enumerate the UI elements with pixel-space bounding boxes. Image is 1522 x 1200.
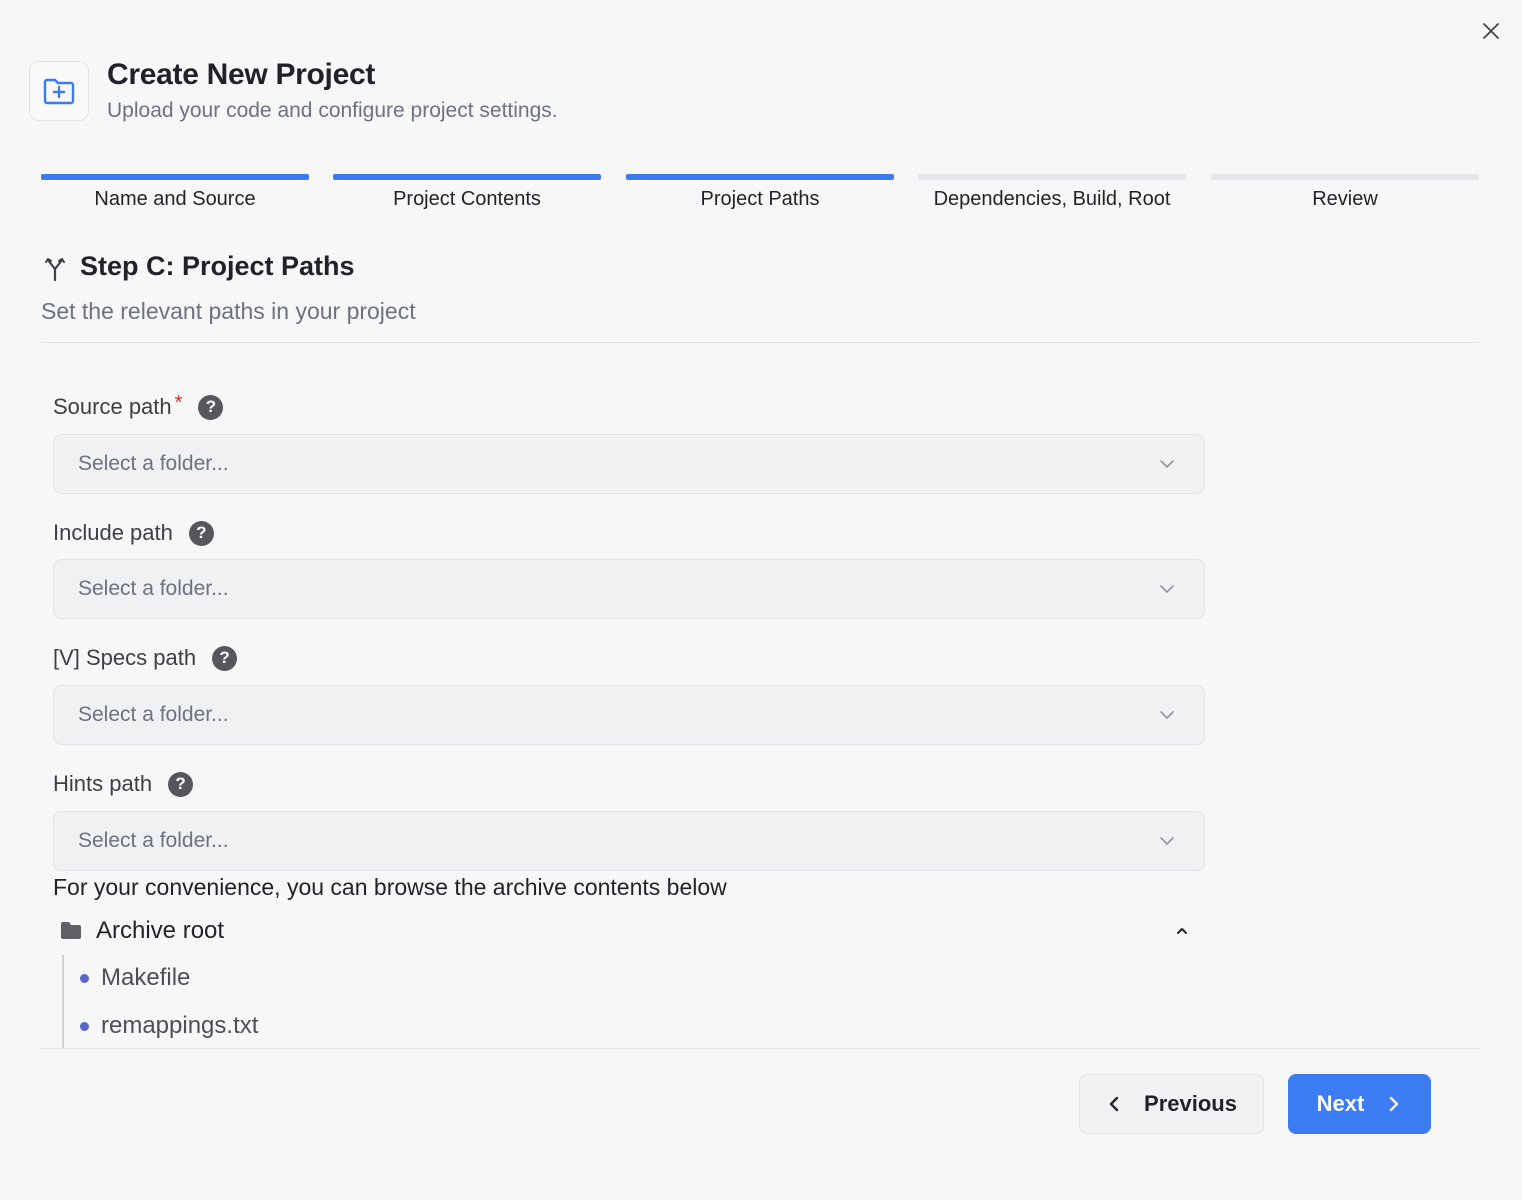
field-label-text: [V] Specs path: [53, 645, 197, 670]
folder-plus-icon: [43, 78, 75, 105]
step-label: Dependencies, Build, Root: [933, 188, 1171, 210]
section-title: Step C: Project Paths: [80, 251, 355, 281]
step-review: Review: [1211, 174, 1479, 214]
step-bar: [41, 174, 309, 180]
bullet: [80, 1021, 89, 1031]
step-bar: [1211, 174, 1479, 180]
specs-path-select[interactable]: Select a folder...: [53, 685, 1205, 745]
previous-label: Previous: [1144, 1091, 1237, 1116]
select-placeholder: Select a folder...: [78, 577, 229, 600]
tree-guide-line: [62, 955, 64, 1049]
step-bar: [918, 174, 1186, 180]
step-name-and-source: Name and Source: [41, 174, 309, 214]
source-path-label: Source path * ?: [53, 391, 224, 420]
create-project-dialog: Create New Project Upload your code and …: [0, 0, 1522, 1200]
question-circle-icon[interactable]: ?: [168, 771, 194, 797]
chevron-down-icon: [1160, 585, 1174, 593]
required-marker: *: [174, 391, 183, 414]
source-path-select[interactable]: Select a folder...: [53, 434, 1205, 494]
step-label: Review: [1312, 188, 1378, 210]
previous-button[interactable]: Previous: [1079, 1074, 1264, 1134]
field-label-text: Source path: [53, 394, 172, 419]
archive-browse-intro: For your convenience, you can browse the…: [53, 874, 727, 900]
tree-file-item[interactable]: Makefile: [80, 961, 190, 995]
chevron-down-icon: [1160, 711, 1174, 719]
step-bar: [626, 174, 894, 180]
hints-path-label: Hints path ?: [53, 771, 194, 797]
select-placeholder: Select a folder...: [78, 452, 229, 475]
hints-path-select[interactable]: Select a folder...: [53, 811, 1205, 871]
step-label: Name and Source: [94, 188, 256, 210]
step-label: Project Paths: [700, 188, 820, 210]
footer-divider: [41, 1048, 1479, 1049]
git-fork-icon: [45, 258, 65, 281]
archive-root-label: Archive root: [96, 917, 225, 944]
close-icon: [1483, 23, 1499, 39]
field-label-text: Include path: [53, 520, 173, 545]
progress-stepper: Name and Source Project Contents Project…: [41, 174, 1479, 214]
chevron-down-icon: [1160, 837, 1174, 845]
bullet: [80, 973, 89, 983]
next-button[interactable]: Next: [1288, 1074, 1431, 1134]
question-circle-icon[interactable]: ?: [198, 394, 224, 420]
field-label-text: Hints path: [53, 771, 153, 796]
specs-path-label: [V] Specs path ?: [53, 645, 238, 671]
header-icon-box: [29, 61, 89, 121]
file-name: remappings.txt: [101, 1012, 259, 1039]
include-path-label: Include path ?: [53, 520, 214, 546]
folder-icon: [61, 922, 81, 939]
question-circle-icon[interactable]: ?: [188, 520, 214, 546]
chevron-left-icon: [1109, 1096, 1119, 1112]
section-divider: [41, 342, 1479, 343]
chevron-down-icon: [1160, 460, 1174, 468]
file-name: Makefile: [101, 964, 191, 991]
step-dependencies-build-root: Dependencies, Build, Root: [918, 174, 1186, 214]
dialog-title: Create New Project: [107, 58, 376, 91]
chevron-right-icon: [1390, 1096, 1399, 1112]
select-placeholder: Select a folder...: [78, 703, 229, 726]
step-project-contents: Project Contents: [333, 174, 601, 214]
select-placeholder: Select a folder...: [78, 829, 229, 852]
step-label: Project Contents: [393, 188, 541, 210]
question-circle-icon[interactable]: ?: [212, 645, 238, 671]
chevron-up-icon[interactable]: [1174, 923, 1190, 939]
archive-root-node[interactable]: Archive root: [60, 914, 1190, 948]
dialog-subtitle: Upload your code and configure project s…: [107, 99, 558, 122]
include-path-select[interactable]: Select a folder...: [53, 559, 1205, 619]
step-project-paths: Project Paths: [626, 174, 894, 214]
step-bar: [333, 174, 601, 180]
close-button[interactable]: [1478, 18, 1504, 44]
next-label: Next: [1316, 1091, 1365, 1116]
tree-file-item[interactable]: remappings.txt: [80, 1009, 258, 1043]
section-description: Set the relevant paths in your project: [41, 298, 416, 324]
